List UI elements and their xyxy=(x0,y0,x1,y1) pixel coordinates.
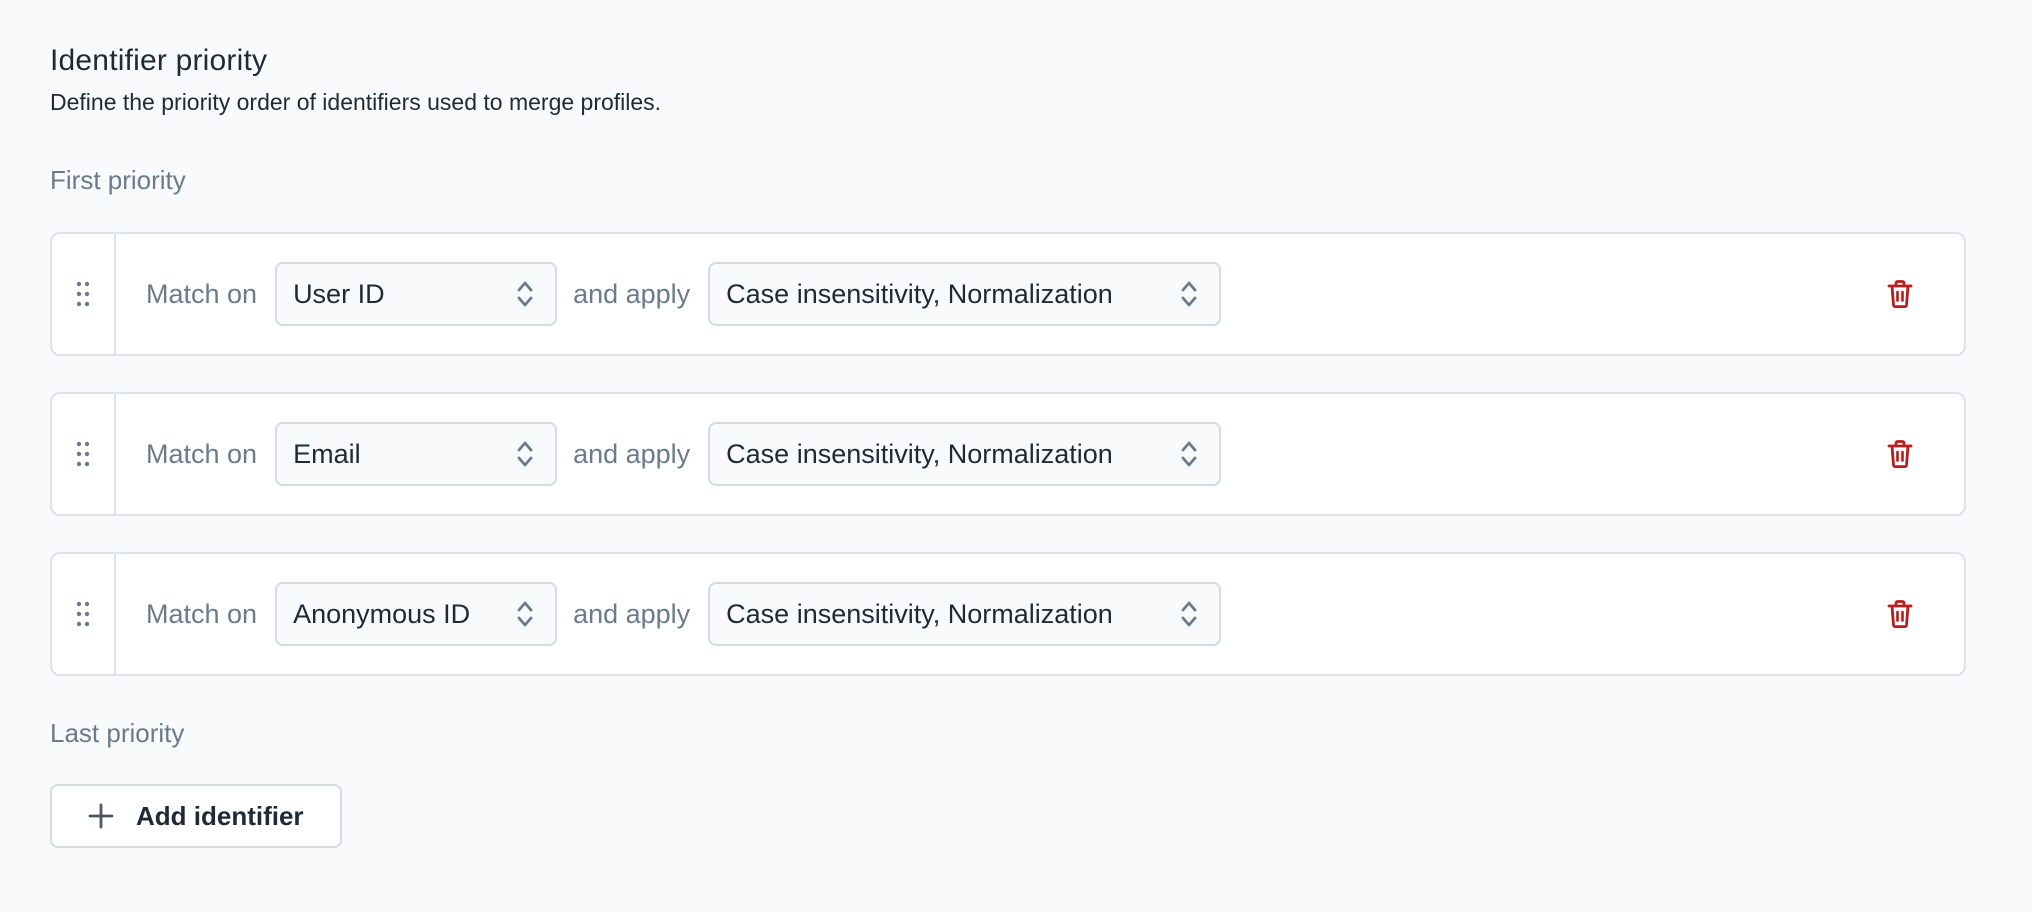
rule-body: Match on User ID and apply Case insensit… xyxy=(116,234,1964,354)
drag-handle[interactable] xyxy=(52,394,116,514)
drag-handle[interactable] xyxy=(52,234,116,354)
chevron-up-down-icon xyxy=(517,601,533,627)
chevron-up-down-icon xyxy=(517,441,533,467)
drag-handle-icon xyxy=(76,281,90,307)
identifier-rule-row: Match on User ID and apply Case insensit… xyxy=(50,232,1966,356)
transform-select[interactable]: Case insensitivity, Normalization xyxy=(708,582,1222,646)
identifier-rule-row: Match on Email and apply Case insensitiv… xyxy=(50,392,1966,516)
identifier-select[interactable]: Email xyxy=(275,422,558,486)
match-on-label: Match on xyxy=(146,438,258,469)
delete-rule-button[interactable] xyxy=(1880,434,1920,474)
transform-select-value: Case insensitivity, Normalization xyxy=(726,438,1113,469)
plus-icon xyxy=(88,803,114,829)
identifier-select-value: Anonymous ID xyxy=(293,598,471,629)
and-apply-label: and apply xyxy=(573,278,691,309)
add-identifier-button[interactable]: Add identifier xyxy=(50,784,342,848)
rule-body: Match on Email and apply Case insensitiv… xyxy=(116,394,1964,514)
identifier-rule-row: Match on Anonymous ID and apply Case ins… xyxy=(50,552,1966,676)
chevron-up-down-icon xyxy=(1181,281,1197,307)
delete-rule-button[interactable] xyxy=(1880,274,1920,314)
rule-body: Match on Anonymous ID and apply Case ins… xyxy=(116,554,1964,674)
chevron-up-down-icon xyxy=(517,281,533,307)
delete-rule-button[interactable] xyxy=(1880,594,1920,634)
drag-handle-icon xyxy=(76,441,90,467)
drag-handle-icon xyxy=(76,601,90,627)
section-title: Identifier priority xyxy=(50,44,268,77)
identifier-select-value: Email xyxy=(293,438,361,469)
add-identifier-label: Add identifier xyxy=(136,800,304,831)
identifier-select[interactable]: Anonymous ID xyxy=(275,582,558,646)
transform-select-value: Case insensitivity, Normalization xyxy=(726,598,1113,629)
chevron-up-down-icon xyxy=(1181,441,1197,467)
identifier-select-value: User ID xyxy=(293,278,385,309)
chevron-up-down-icon xyxy=(1181,601,1197,627)
last-priority-label: Last priority xyxy=(50,718,185,748)
and-apply-label: and apply xyxy=(573,438,691,469)
trash-icon xyxy=(1887,280,1913,308)
and-apply-label: and apply xyxy=(573,598,691,629)
trash-icon xyxy=(1887,440,1913,468)
match-on-label: Match on xyxy=(146,598,258,629)
trash-icon xyxy=(1887,600,1913,628)
transform-select-value: Case insensitivity, Normalization xyxy=(726,278,1113,309)
transform-select[interactable]: Case insensitivity, Normalization xyxy=(708,422,1222,486)
drag-handle[interactable] xyxy=(52,554,116,674)
match-on-label: Match on xyxy=(146,278,258,309)
section-description: Define the priority order of identifiers… xyxy=(50,89,662,115)
transform-select[interactable]: Case insensitivity, Normalization xyxy=(708,262,1222,326)
identifier-select[interactable]: User ID xyxy=(275,262,558,326)
first-priority-label: First priority xyxy=(50,165,186,195)
